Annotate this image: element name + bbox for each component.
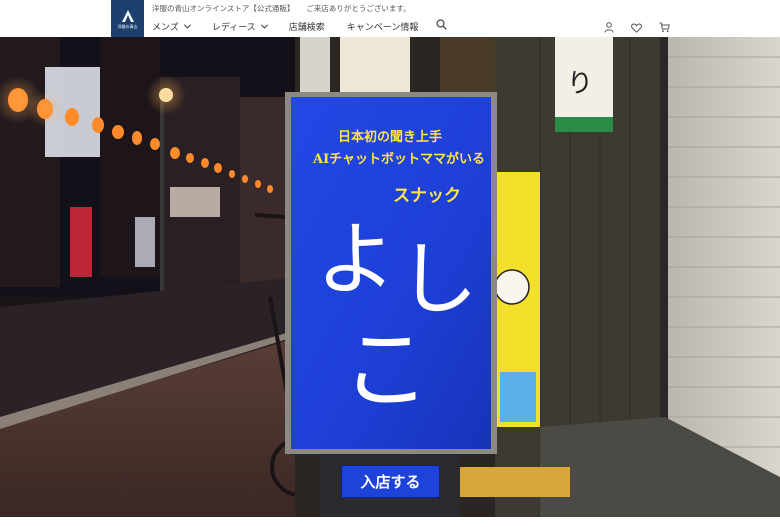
- chevron-down-icon: [183, 21, 191, 29]
- chevron-down-icon: [260, 21, 268, 29]
- nav-item-ladies[interactable]: レディース: [211, 20, 268, 33]
- nav-item-campaign[interactable]: キャンペーン情報: [347, 20, 419, 33]
- logo-text: 洋服の青山: [117, 23, 138, 29]
- nav-item-mens[interactable]: メンズ: [152, 20, 191, 33]
- cart-icon[interactable]: [659, 18, 670, 37]
- favorite-icon[interactable]: [631, 18, 642, 37]
- site-header: 洋服の青山 洋服の青山オンラインストア【公式通販】 ご来店ありがとうございます。 …: [0, 0, 780, 37]
- nav-label: 店舗検索: [288, 22, 325, 33]
- enter-shop-button[interactable]: 入店する: [341, 465, 440, 498]
- nav-label: レディース: [211, 22, 256, 33]
- header-actions: [604, 18, 670, 37]
- sign-line-2: AIチャットボットママがいる: [313, 152, 486, 167]
- nav-label: キャンペーン情報: [346, 22, 419, 33]
- welcome-text: ご来店ありがとうございます。: [306, 4, 411, 13]
- brand-logo[interactable]: 洋服の青山: [111, 0, 144, 37]
- sign-subtitle: スナック: [393, 186, 461, 206]
- store-title: 洋服の青山オンラインストア【公式通販】: [152, 4, 295, 13]
- search-icon[interactable]: [436, 19, 448, 33]
- main-nav: メンズ レディース 店舗検索 キャンペーン情報: [152, 19, 448, 33]
- hero-banner: り 日本初の聞き上手 AIチャットボットママがいる スナック よ し こ 入店す…: [0, 37, 780, 517]
- background-sign-text: り: [567, 69, 593, 99]
- sign-name-char-3: こ: [342, 318, 431, 421]
- nav-label: メンズ: [152, 22, 179, 33]
- logo-mark-icon: [121, 9, 134, 22]
- nav-item-store-search[interactable]: 店舗検索: [289, 20, 325, 33]
- page-bottom: [0, 517, 780, 527]
- sign-name-char-1: よ: [316, 213, 396, 306]
- tagline: 洋服の青山オンラインストア【公式通販】 ご来店ありがとうございます。: [152, 3, 411, 14]
- sign-line-1: 日本初の聞き上手: [338, 130, 443, 145]
- account-icon[interactable]: [604, 18, 614, 37]
